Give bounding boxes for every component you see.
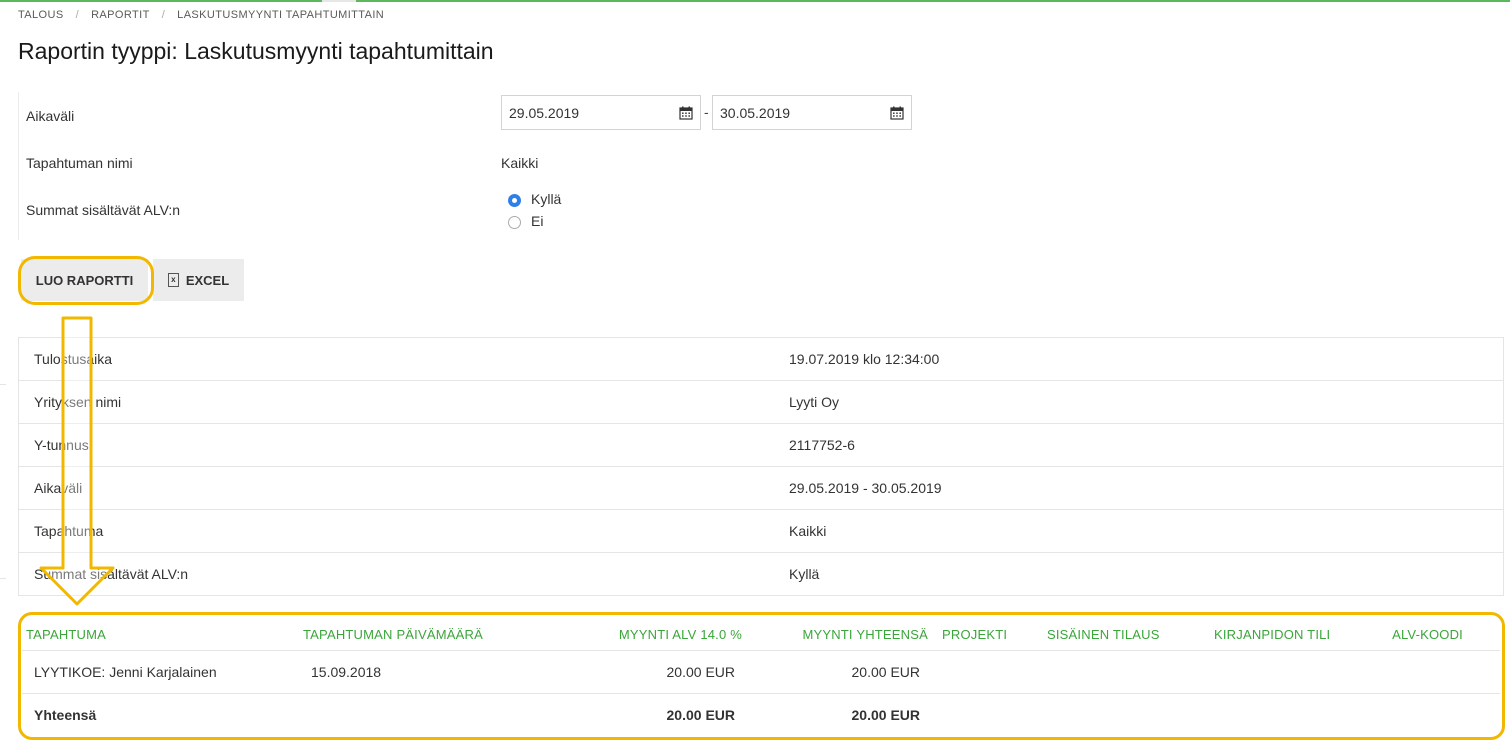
column-header-account[interactable]: KIRJANPIDON TILI (1214, 627, 1330, 642)
total-label: Yhteensä (34, 707, 97, 723)
info-value: 2117752-6 (789, 423, 1504, 467)
date-to-input[interactable]: 30.05.2019 (712, 95, 912, 130)
total-sales-vat: 20.00 EUR (666, 707, 735, 723)
report-form: Aikaväli 29.05.2019 - 30.05.2019 Tapahtu… (18, 92, 1506, 240)
page-title: Raportin tyyppi: Laskutusmyynti tapahtum… (18, 38, 494, 64)
results-table: TAPAHTUMA TAPAHTUMAN PÄIVÄMÄÄRÄ MYYNTI A… (18, 613, 1504, 738)
row-divider (22, 693, 1500, 694)
row-divider (22, 650, 1500, 651)
side-divider (0, 578, 6, 579)
vat-option-yes[interactable]: Kyllä (508, 191, 561, 207)
info-label: Y-tunnus (18, 423, 789, 467)
breadcrumb-separator: / (161, 9, 166, 21)
breadcrumb-current: LASKUTUSMYYNTI TAPAHTUMITTAIN (177, 9, 385, 21)
excel-file-icon: x (167, 273, 179, 287)
table-row: Summat sisältävät ALV:n Kyllä (18, 552, 1504, 596)
info-label: Tapahtuma (18, 509, 789, 553)
column-header-sales-total[interactable]: MYYNTI YHTEENSÄ (802, 627, 928, 642)
table-row: Yrityksen nimi Lyyti Oy (18, 380, 1504, 424)
info-label: Summat sisältävät ALV:n (18, 552, 789, 596)
column-header-event[interactable]: TAPAHTUMA (26, 627, 106, 642)
info-label: Tulostusaika (18, 337, 789, 381)
report-info-table: Tulostusaika 19.07.2019 klo 12:34:00 Yri… (18, 337, 1504, 596)
date-from-value: 29.05.2019 (509, 104, 580, 121)
excel-button-label: EXCEL (185, 272, 230, 288)
radio-unchecked-icon[interactable] (508, 215, 521, 229)
event-name-value: Kaikki (501, 155, 539, 171)
column-header-sales-vat[interactable]: MYYNTI ALV 14.0 % (619, 627, 742, 642)
event-name-label: Tapahtuman nimi (26, 155, 133, 171)
info-value: Kaikki (789, 509, 1504, 553)
info-label: Aikaväli (18, 466, 789, 510)
create-report-button[interactable]: LUO RAPORTTI (21, 259, 148, 301)
info-value: Lyyti Oy (789, 380, 1504, 424)
table-row: Aikaväli 29.05.2019 - 30.05.2019 (18, 466, 1504, 510)
date-range-label: Aikaväli (26, 108, 75, 124)
cell-sales-vat: 20.00 EUR (666, 664, 735, 680)
date-from-input[interactable]: 29.05.2019 (501, 95, 701, 130)
date-separator: - (704, 104, 709, 120)
column-header-project[interactable]: PROJEKTI (942, 627, 1007, 642)
total-sales-total: 20.00 EUR (851, 707, 920, 723)
side-divider (0, 384, 6, 385)
breadcrumb: TALOUS / RAPORTIT / LASKUTUSMYYNTI TAPAH… (18, 9, 384, 21)
breadcrumb-separator: / (75, 9, 80, 21)
cell-sales-total: 20.00 EUR (851, 664, 920, 680)
calendar-icon[interactable] (890, 106, 904, 120)
info-label: Yrityksen nimi (18, 380, 789, 424)
column-header-event-date[interactable]: TAPAHTUMAN PÄIVÄMÄÄRÄ (303, 627, 483, 642)
vat-label: Summat sisältävät ALV:n (26, 202, 181, 218)
radio-checked-icon[interactable] (508, 193, 521, 207)
column-header-vat-code[interactable]: ALV-KOODI (1392, 627, 1463, 642)
top-accent-line (0, 0, 1510, 2)
table-row: Tulostusaika 19.07.2019 klo 12:34:00 (18, 337, 1504, 381)
column-header-internal-order[interactable]: SISÄINEN TILAUS (1047, 627, 1160, 642)
cell-event-date: 15.09.2018 (311, 664, 382, 680)
vat-option-yes-label: Kyllä (531, 191, 562, 207)
vat-option-no[interactable]: Ei (508, 213, 543, 229)
excel-export-button[interactable]: x EXCEL (153, 259, 244, 301)
info-value: Kyllä (789, 552, 1504, 596)
date-to-value: 30.05.2019 (720, 104, 791, 121)
calendar-icon[interactable] (679, 106, 693, 120)
info-value: 19.07.2019 klo 12:34:00 (789, 337, 1504, 381)
vat-option-no-label: Ei (531, 213, 544, 229)
breadcrumb-talous[interactable]: TALOUS (18, 9, 64, 21)
cell-event: LYYTIKOE: Jenni Karjalainen (34, 664, 217, 680)
table-row: Y-tunnus 2117752-6 (18, 423, 1504, 467)
breadcrumb-raportit[interactable]: RAPORTIT (91, 9, 150, 21)
top-accent-gap (322, 0, 356, 2)
info-value: 29.05.2019 - 30.05.2019 (789, 466, 1504, 510)
table-row: Tapahtuma Kaikki (18, 509, 1504, 553)
